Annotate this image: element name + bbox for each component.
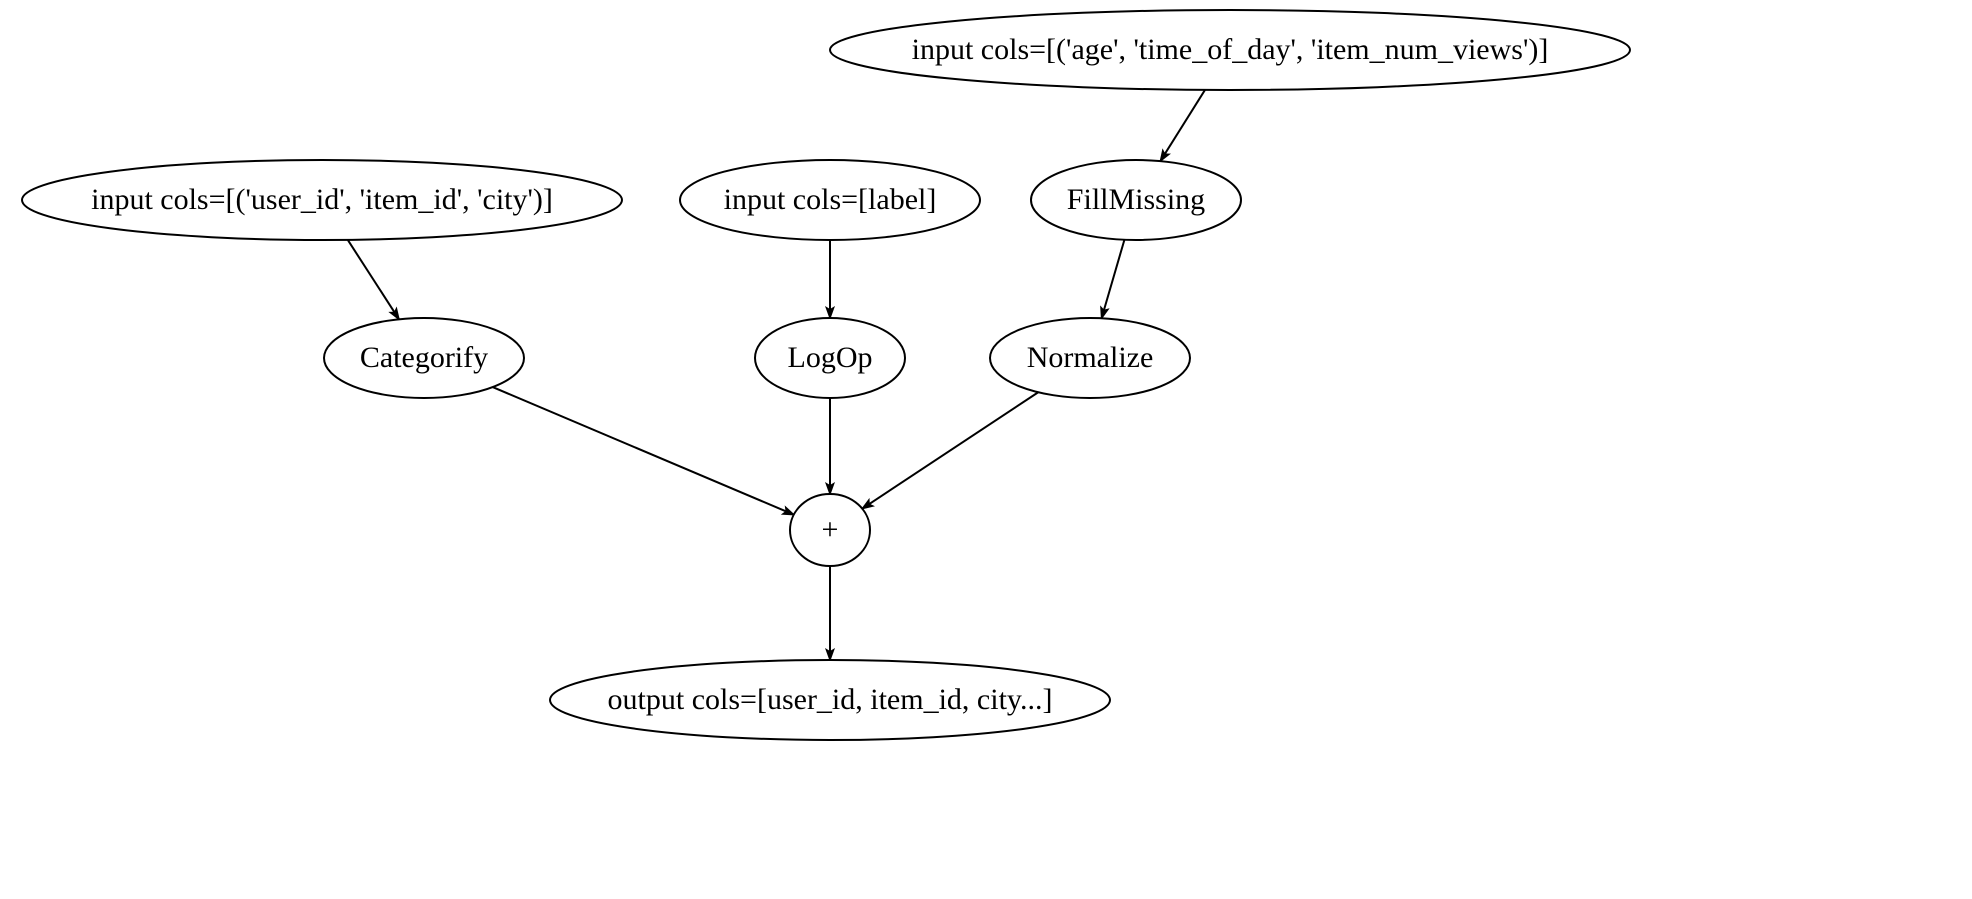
node-plus: + — [790, 494, 870, 566]
node-normalize: Normalize — [990, 318, 1190, 398]
node-fill-missing: FillMissing — [1031, 160, 1241, 240]
node-label: output cols=[user_id, item_id, city...] — [608, 683, 1053, 716]
node-label: + — [822, 513, 839, 546]
node-input-cont: input cols=[('age', 'time_of_day', 'item… — [830, 10, 1630, 90]
node-logop: LogOp — [755, 318, 905, 398]
workflow-diagram: input cols=[('age', 'time_of_day', 'item… — [0, 0, 1972, 899]
edge-arrow — [862, 392, 1038, 508]
node-input-cat: input cols=[('user_id', 'item_id', 'city… — [22, 160, 622, 240]
node-label: Normalize — [1027, 341, 1154, 374]
edge-arrow — [493, 387, 794, 515]
node-input-label: input cols=[label] — [680, 160, 980, 240]
edge-arrow — [1102, 240, 1125, 319]
node-label: LogOp — [788, 341, 873, 374]
edge-arrow — [348, 240, 399, 319]
node-label: input cols=[('age', 'time_of_day', 'item… — [912, 33, 1549, 66]
edge-arrow — [1160, 90, 1205, 161]
node-categorify: Categorify — [324, 318, 524, 398]
node-label: FillMissing — [1067, 183, 1205, 216]
node-label: Categorify — [360, 341, 488, 374]
node-label: input cols=[label] — [724, 183, 937, 216]
node-label: input cols=[('user_id', 'item_id', 'city… — [91, 183, 553, 216]
node-output: output cols=[user_id, item_id, city...] — [550, 660, 1110, 740]
